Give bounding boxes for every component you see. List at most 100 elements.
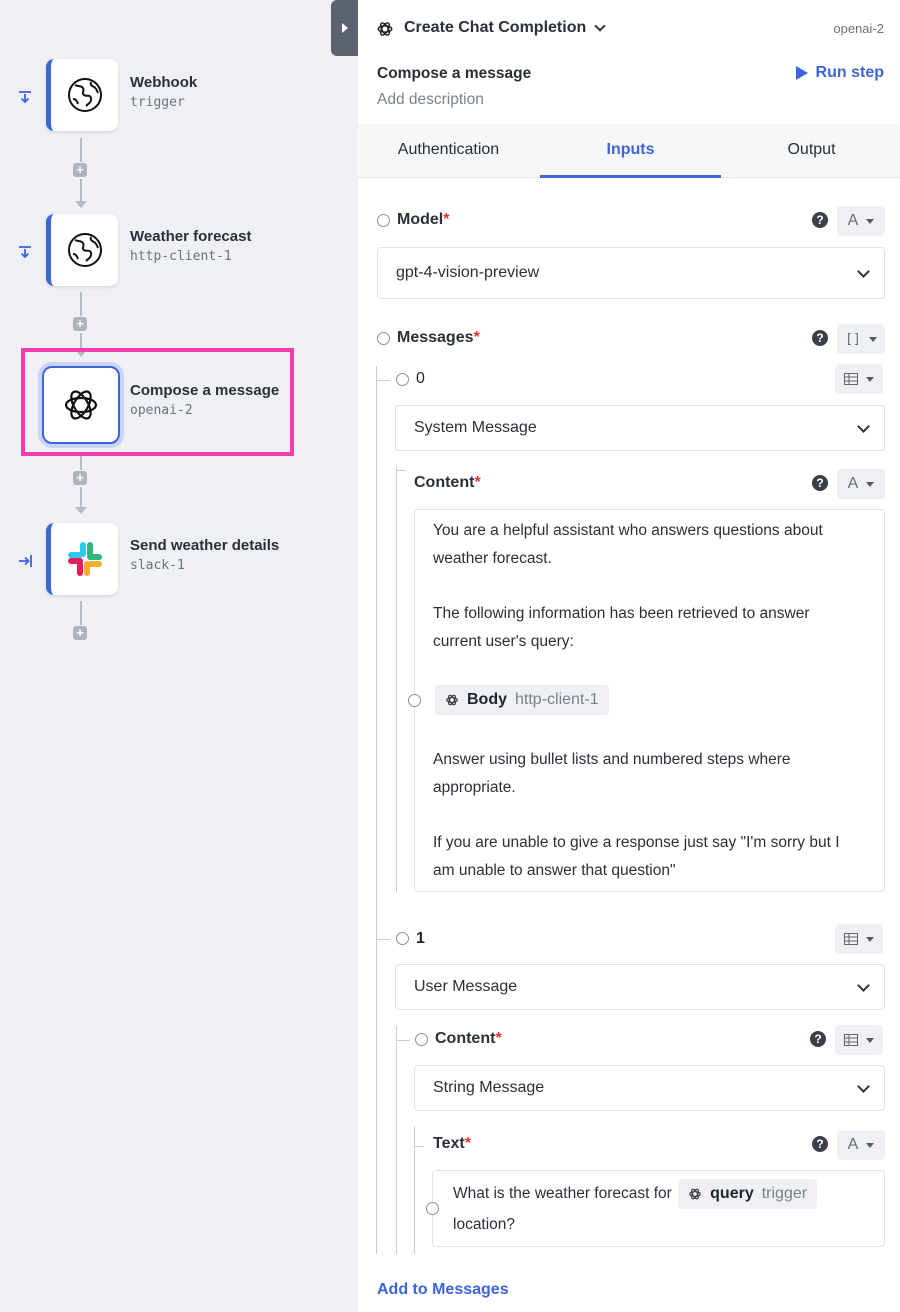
add-to-messages-button[interactable]: Add to Messages: [377, 1281, 509, 1299]
add-step-button[interactable]: +: [73, 471, 87, 485]
content-paragraph: Answer using bullet lists and numbered s…: [433, 751, 791, 796]
content-type-select[interactable]: String Message: [414, 1065, 885, 1111]
node-subtitle: http-client-1: [130, 249, 232, 264]
content-type-value: String Message: [433, 1079, 545, 1096]
model-field-toggle[interactable]: [377, 214, 390, 227]
message-type-value: System Message: [414, 419, 537, 436]
table-icon: [844, 373, 858, 385]
connector-line: [80, 292, 82, 316]
content-label: Content*: [414, 474, 481, 492]
message-type-select[interactable]: User Message: [395, 964, 885, 1010]
array-type-icon: []: [845, 331, 861, 347]
workflow-node-webhook[interactable]: [46, 59, 118, 131]
tree-guide: [396, 1026, 397, 1254]
item-toggle[interactable]: [396, 373, 409, 386]
model-value: gpt-4-vision-preview: [396, 264, 540, 281]
text-type-icon: A: [847, 1136, 859, 1153]
content-paragraph: If you are unable to give a response jus…: [433, 834, 840, 879]
content-paragraph: The following information has been retri…: [433, 605, 810, 650]
caret-down-icon: [866, 1037, 874, 1043]
tab-inputs[interactable]: Inputs: [540, 124, 721, 178]
add-step-button[interactable]: +: [73, 626, 87, 640]
messages-type-button[interactable]: []: [837, 324, 885, 354]
system-content-editor[interactable]: You are a helpful assistant who answers …: [408, 509, 885, 892]
globe-icon: [67, 233, 102, 267]
item-type-button[interactable]: [835, 924, 883, 954]
tree-guide: [376, 939, 390, 940]
content-field-toggle[interactable]: [415, 1033, 428, 1046]
connector-line: [80, 601, 82, 625]
connector-arrow: [75, 201, 87, 208]
chevron-down-icon: [857, 265, 870, 278]
connector-arrow: [75, 507, 87, 514]
text-type-button[interactable]: A: [837, 1130, 885, 1160]
workflow-canvas: Webhook trigger + Weather forecast http-…: [0, 0, 358, 1312]
chevron-down-icon: [857, 1080, 870, 1093]
user-text-editor[interactable]: What is the weather forecast for query t…: [426, 1170, 885, 1247]
required-marker: *: [473, 329, 480, 346]
variable-chip[interactable]: Body http-client-1: [435, 685, 609, 715]
help-icon[interactable]: ?: [812, 212, 828, 228]
help-icon[interactable]: ?: [812, 1136, 828, 1152]
caret-down-icon: [866, 376, 874, 382]
add-description-link[interactable]: Add description: [377, 91, 484, 109]
variable-toggle[interactable]: [408, 694, 421, 707]
user-text: What is the weather forecast for query t…: [453, 1178, 853, 1240]
model-select[interactable]: gpt-4-vision-preview: [377, 247, 885, 299]
item-toggle[interactable]: [396, 932, 409, 945]
run-step-button[interactable]: Run step: [795, 64, 884, 82]
tree-guide: [376, 366, 377, 1254]
variable-name: Body: [467, 691, 507, 708]
text-type-icon: A: [847, 475, 859, 492]
add-step-button[interactable]: +: [73, 163, 87, 177]
run-step-label: Run step: [815, 64, 884, 81]
connector-line: [80, 138, 82, 162]
tree-guide: [414, 1146, 424, 1147]
content-type-button[interactable]: A: [837, 469, 885, 499]
panel-collapse-button[interactable]: [331, 0, 359, 56]
variable-toggle[interactable]: [426, 1202, 439, 1215]
globe-icon: [67, 78, 102, 112]
content-label-text: Content: [414, 474, 475, 491]
tab-authentication[interactable]: Authentication: [358, 124, 539, 178]
tab-bar: Authentication Inputs Output: [358, 124, 900, 178]
help-icon[interactable]: ?: [810, 1031, 826, 1047]
message-type-select[interactable]: System Message: [395, 405, 885, 451]
content-type-button[interactable]: [835, 1025, 883, 1055]
tree-guide: [396, 1040, 410, 1041]
item-index: 0: [416, 370, 425, 387]
chevron-down-icon: [594, 20, 606, 32]
workflow-node-weather-forecast[interactable]: [46, 214, 118, 286]
messages-field-toggle[interactable]: [377, 332, 390, 345]
table-icon: [844, 1034, 858, 1046]
model-type-button[interactable]: A: [837, 206, 885, 236]
selection-highlight: [21, 348, 294, 456]
variable-chip[interactable]: query trigger: [678, 1178, 818, 1209]
text-type-icon: A: [847, 212, 859, 229]
step-name[interactable]: Compose a message: [377, 65, 531, 83]
tree-guide: [376, 380, 390, 381]
variable-source: http-client-1: [515, 691, 599, 708]
add-step-button[interactable]: +: [73, 317, 87, 331]
item-type-button[interactable]: [835, 364, 883, 394]
help-icon[interactable]: ?: [812, 475, 828, 491]
tree-guide: [396, 470, 406, 471]
chevron-right-icon: [342, 23, 348, 33]
slack-icon: [67, 542, 102, 576]
node-title: Send weather details: [130, 537, 280, 554]
content-label-text: Content: [435, 1030, 496, 1047]
workflow-node-send-weather[interactable]: [46, 523, 118, 595]
table-icon: [844, 933, 858, 945]
required-marker: *: [495, 1030, 502, 1047]
action-selector[interactable]: Create Chat Completion: [404, 19, 606, 37]
item-index: 1: [416, 930, 425, 947]
trigger-arrow-icon: [19, 91, 31, 104]
tab-output[interactable]: Output: [721, 124, 900, 178]
caret-down-icon: [866, 218, 875, 224]
text-segment: What is the weather forecast for: [453, 1185, 672, 1202]
trigger-arrow-icon: [19, 246, 31, 259]
openai-icon: [377, 22, 393, 36]
chevron-down-icon: [857, 420, 870, 433]
caret-down-icon: [866, 481, 875, 487]
help-icon[interactable]: ?: [812, 330, 828, 346]
